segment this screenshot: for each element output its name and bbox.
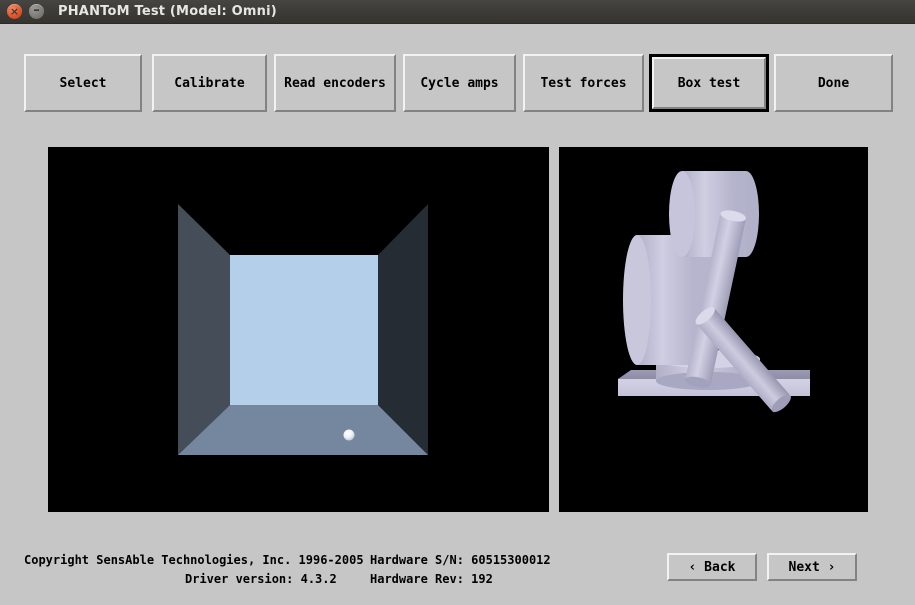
toolbar-button-calibrate[interactable]: Calibrate <box>152 54 267 112</box>
toolbar-button-done[interactable]: Done <box>774 54 893 112</box>
toolbar-button-slot-0: Select <box>24 54 142 112</box>
box-test-3d-view[interactable] <box>48 147 549 512</box>
haptic-cursor-sphere <box>343 429 355 441</box>
copyright-text: Copyright SensAble Technologies, Inc. 19… <box>24 553 364 567</box>
navigation-buttons: ‹ Back Next › <box>667 553 897 581</box>
toolbar-button-read-encoders[interactable]: Read encoders <box>274 54 396 112</box>
back-button-slot: ‹ Back <box>667 553 757 581</box>
toolbar-button-slot-6: Done <box>774 54 893 112</box>
toolbar-button-cycle-amps[interactable]: Cycle amps <box>403 54 516 112</box>
hardware-serial-text: Hardware S/N: 60515300012 <box>370 553 551 567</box>
back-button[interactable]: ‹ Back <box>667 553 757 581</box>
toolbar-button-select[interactable]: Select <box>24 54 142 112</box>
toolbar-button-slot-5: Box test <box>649 54 769 112</box>
toolbar-button-test-forces[interactable]: Test forces <box>523 54 644 112</box>
device-scene-svg <box>618 171 810 413</box>
toolbar-button-slot-1: Calibrate <box>152 54 267 112</box>
toolbar-button-slot-2: Read encoders <box>274 54 396 112</box>
toolbar-button-slot-4: Test forces <box>523 54 644 112</box>
device-arm-3d-view[interactable] <box>559 147 868 512</box>
hardware-rev-text: Hardware Rev: 192 <box>370 572 493 586</box>
toolbar-button-slot-3: Cycle amps <box>403 54 516 112</box>
window-title: PHANToM Test (Model: Omni) <box>58 4 277 19</box>
close-icon[interactable]: × <box>7 4 22 19</box>
box-scene-svg <box>178 204 428 455</box>
driver-version-text: Driver version: 4.3.2 <box>185 572 337 586</box>
toolbar-button-box-test[interactable]: Box test <box>652 57 766 109</box>
toolbar: Select Calibrate Read encoders Cycle amps Te… <box>0 54 915 112</box>
window-titlebar: × – PHANToM Test (Model: Omni) <box>0 0 915 24</box>
close-glyph: × <box>9 5 20 18</box>
minimize-icon[interactable]: – <box>29 4 44 19</box>
box-back-wall <box>230 255 378 405</box>
minimize-glyph: – <box>33 3 40 18</box>
next-button[interactable]: Next › <box>767 553 857 581</box>
next-button-slot: Next › <box>767 553 857 581</box>
